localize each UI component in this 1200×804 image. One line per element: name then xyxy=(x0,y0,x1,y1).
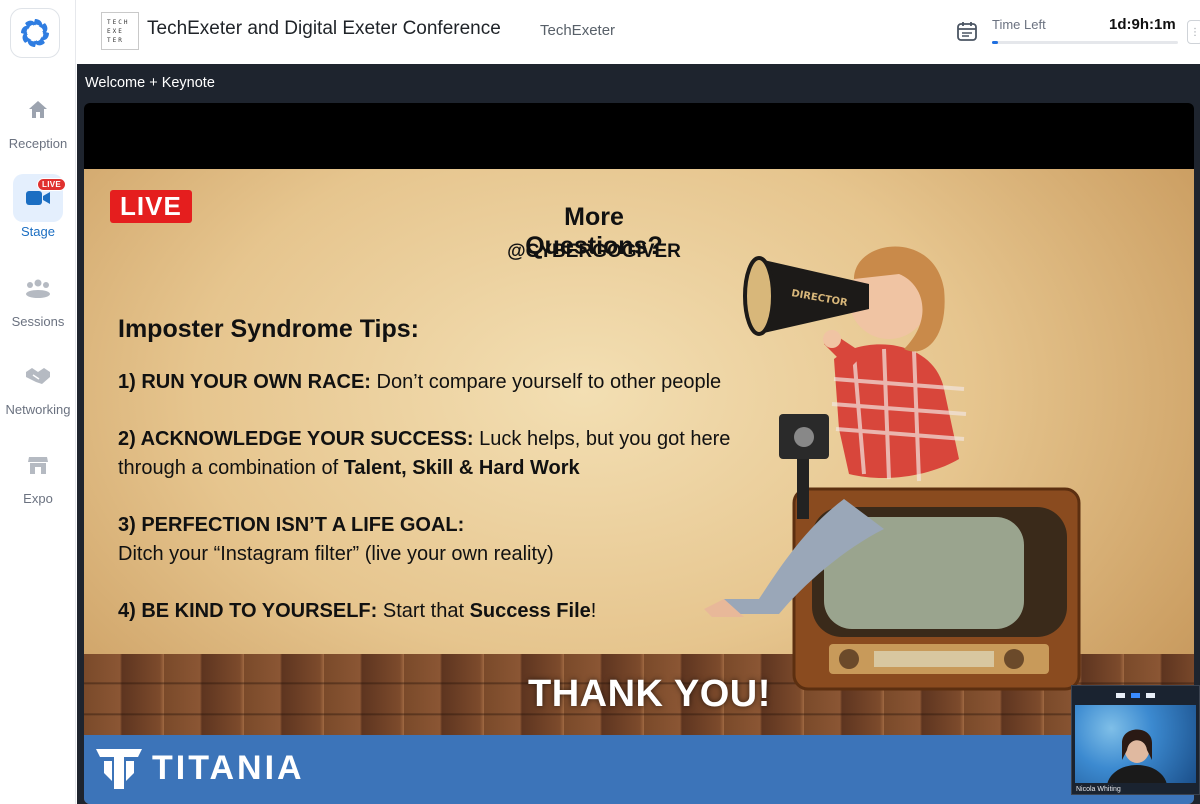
event-organizer[interactable]: TechExeter xyxy=(540,22,615,39)
sidebar: Reception LIVE Stage Sessions Networking… xyxy=(0,0,76,804)
sidebar-item-label: Networking xyxy=(5,402,71,417)
session-title: Welcome + Keynote xyxy=(85,75,215,91)
sidebar-item-label: Sessions xyxy=(11,314,65,329)
people-group-icon xyxy=(26,279,50,298)
sponsor-banner: TITANIA xyxy=(84,735,1194,804)
more-options-button[interactable]: ⋮ xyxy=(1187,20,1200,44)
tips-title: Imposter Syndrome Tips: xyxy=(118,315,419,343)
top-bar: TECH EXE TER TechExeter and Digital Exet… xyxy=(77,0,1200,63)
minimize-icon[interactable] xyxy=(1116,692,1125,698)
speaker-camera-feed xyxy=(1075,705,1196,804)
video-tile-toolbar xyxy=(1072,686,1199,704)
sidebar-item-label: Expo xyxy=(23,491,53,506)
speaker-avatar xyxy=(1107,729,1167,804)
titania-logo-icon xyxy=(96,749,142,789)
calendar-icon[interactable] xyxy=(956,20,978,42)
sidebar-item-expo[interactable]: Expo xyxy=(0,441,76,506)
tip-3: 3) PERFECTION ISN’T A LIFE GOAL: Ditch y… xyxy=(118,514,554,565)
thank-you-text: THANK YOU! xyxy=(528,673,771,715)
event-logo: TECH EXE TER xyxy=(101,12,139,50)
sidebar-item-label: Stage xyxy=(21,224,55,239)
speaker-name: Nicola Whiting xyxy=(1076,786,1121,793)
sidebar-item-reception[interactable]: Reception xyxy=(0,86,76,151)
event-title: TechExeter and Digital Exeter Conference xyxy=(147,18,501,39)
stage-area: Welcome + Keynote DIRECTOR LIVE More Que… xyxy=(77,64,1200,804)
sidebar-item-label: Reception xyxy=(8,136,68,151)
live-tag: LIVE xyxy=(110,190,192,223)
grid-icon[interactable] xyxy=(1146,692,1155,698)
slide-handle: @CYBERGOGIVER xyxy=(507,241,681,262)
storefront-icon xyxy=(28,457,48,474)
live-badge: LIVE xyxy=(37,178,66,191)
time-progress-fill xyxy=(992,41,998,44)
time-progress-bar xyxy=(992,41,1178,44)
time-left-label: Time Left xyxy=(992,17,1046,32)
sidebar-item-networking[interactable]: Networking xyxy=(0,352,76,417)
handshake-icon xyxy=(26,368,50,384)
picture-in-picture-icon[interactable] xyxy=(1131,692,1140,698)
time-left-value: 1d:9h:1m xyxy=(1109,16,1176,33)
presentation-slide: DIRECTOR LIVE More Questions? @CYBERGOGI… xyxy=(84,169,1194,804)
sidebar-item-stage[interactable]: LIVE Stage xyxy=(0,174,76,239)
home-icon xyxy=(29,101,47,118)
tip-1: 1) RUN YOUR OWN RACE: Don’t compare your… xyxy=(118,371,722,393)
stage-video-player[interactable]: DIRECTOR LIVE More Questions? @CYBERGOGI… xyxy=(84,103,1194,804)
sidebar-item-sessions[interactable]: Sessions xyxy=(0,264,76,329)
speaker-video-tile[interactable]: Nicola Whiting xyxy=(1071,685,1200,804)
tip-2: 2) ACKNOWLEDGE YOUR SUCCESS: Luck helps,… xyxy=(118,428,731,479)
swirl-logo-icon xyxy=(21,19,49,47)
app-logo[interactable] xyxy=(10,8,60,58)
sponsor-name: TITANIA xyxy=(152,749,305,787)
tip-4: 4) BE KIND TO YOURSELF: Start that Succe… xyxy=(118,600,597,622)
